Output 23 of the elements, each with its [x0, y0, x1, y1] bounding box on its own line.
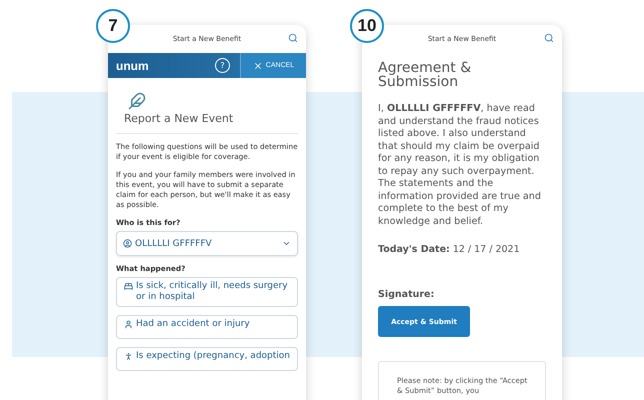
close-icon [252, 60, 263, 70]
chevron-down-icon [282, 239, 291, 248]
date-value: 12 / 17 / 2021 [452, 244, 520, 255]
agreement-text: I, OLLLLLI GFFFFFV, have read and understand the fraud notices listed above. I also understand that should my claim be overpaid for any reason, it is my obligation to repay any such overpayment. The statements and the information provided are true and complete to the best of my knowledge and belief. [378, 103, 542, 228]
feather-icon [128, 92, 146, 110]
event-option[interactable]: Had an accident or injury [116, 315, 298, 339]
bed-icon [124, 282, 133, 291]
person-select[interactable]: OLLLLLI GFFFFFV [116, 231, 298, 256]
user-icon [123, 239, 132, 248]
standing-person-icon [124, 352, 133, 361]
step-number: 7 [96, 9, 130, 43]
event-option[interactable]: Is expecting (pregnancy, adoption [116, 347, 298, 371]
search-icon[interactable] [544, 33, 554, 43]
date-label: Today's Date: [378, 244, 450, 255]
signature-label: Signature: [378, 289, 436, 300]
logo: unum [115, 58, 150, 72]
search-icon[interactable] [288, 33, 298, 43]
page-heading: Agreement & Submission [378, 61, 472, 89]
step-number: 10 [350, 9, 384, 43]
page-heading: Report a New Event [116, 110, 298, 134]
person-icon [124, 320, 133, 329]
help-button[interactable]: ? [215, 58, 230, 73]
event-option[interactable]: Is sick, critically ill, needs surgery or in hospital [116, 277, 298, 307]
